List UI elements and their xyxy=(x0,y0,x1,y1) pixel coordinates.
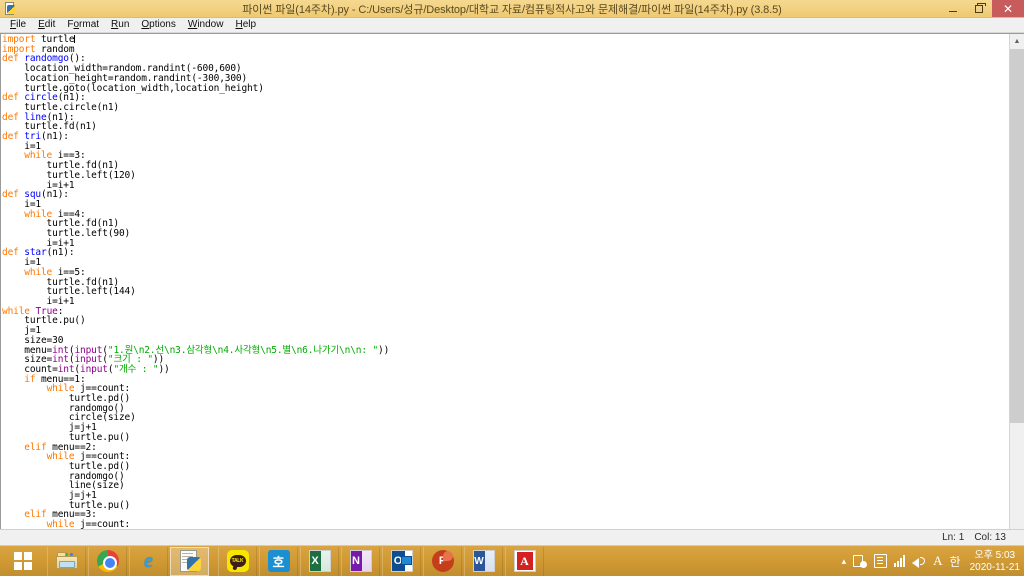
vertical-scrollbar[interactable]: ▲ xyxy=(1009,34,1024,529)
taskbar-powerpoint[interactable]: P xyxy=(423,546,462,576)
display-monitor-icon[interactable] xyxy=(874,554,888,568)
outlook-icon: O xyxy=(390,550,413,572)
excel-icon: X xyxy=(308,550,331,572)
taskbar-onenote[interactable]: N xyxy=(341,546,380,576)
scroll-up-arrow[interactable]: ▲ xyxy=(1010,34,1024,49)
system-tray: ▴ A 한 오후 5:03 2020-11-21 xyxy=(842,546,1024,577)
taskbar-internet-explorer[interactable]: e xyxy=(129,546,168,576)
taskbar-hancom-hangul[interactable]: 호 xyxy=(259,546,298,576)
taskbar-chrome[interactable] xyxy=(88,546,127,576)
menu-item-edit[interactable]: Edit xyxy=(32,18,61,32)
powerpoint-icon: P xyxy=(431,550,454,572)
acrobat-reader-icon: A xyxy=(513,550,536,572)
menu-item-window[interactable]: Window xyxy=(182,18,230,32)
scrollbar-thumb[interactable] xyxy=(1010,49,1024,424)
clock[interactable]: 오후 5:03 2020-11-21 xyxy=(968,550,1020,573)
editor-area: import turtle import random def randomgo… xyxy=(0,33,1024,529)
onenote-icon: N xyxy=(349,550,372,572)
menu-item-help[interactable]: Help xyxy=(229,18,262,32)
start-button[interactable] xyxy=(0,546,46,577)
taskbar-word[interactable]: W xyxy=(464,546,503,576)
taskbar-acrobat[interactable]: A xyxy=(505,546,544,576)
code-editor[interactable]: import turtle import random def randomgo… xyxy=(1,34,1009,529)
taskbar-excel[interactable]: X xyxy=(300,546,339,576)
volume-icon[interactable] xyxy=(912,554,926,568)
window-title: 파이썬 파일(14주차).py - C:/Users/성규/Desktop/대학… xyxy=(242,3,782,16)
security-center-icon[interactable] xyxy=(853,554,868,568)
windows-logo-icon xyxy=(14,552,32,570)
folder-icon xyxy=(55,550,78,572)
kakaotalk-icon: TALK xyxy=(226,550,249,572)
ime-latin-indicator[interactable]: A xyxy=(933,553,942,569)
menu-item-file[interactable]: File xyxy=(4,18,32,32)
title-bar[interactable]: 파이썬 파일(14주차).py - C:/Users/성규/Desktop/대학… xyxy=(0,0,1024,18)
taskbar-kakaotalk[interactable]: TALK xyxy=(218,546,257,576)
menu-item-run[interactable]: Run xyxy=(105,18,135,32)
taskbar: e TALK 호 X N O P W A ▴ A 한 오후 5:03 2020-11-21 xyxy=(0,545,1024,576)
word-icon: W xyxy=(472,550,495,572)
python-idle-icon xyxy=(179,550,201,572)
menu-item-options[interactable]: Options xyxy=(135,18,181,32)
status-col-indicator: Col: 13 xyxy=(974,532,1006,543)
show-hidden-icons-icon[interactable]: ▴ xyxy=(842,556,847,567)
clock-date: 2020-11-21 xyxy=(969,561,1020,573)
hangul-icon: 호 xyxy=(267,550,290,572)
ime-korean-indicator[interactable]: 한 xyxy=(950,553,961,570)
taskbar-python-idle[interactable] xyxy=(170,546,209,576)
scrollbar-track[interactable] xyxy=(1010,49,1024,529)
taskbar-outlook[interactable]: O xyxy=(382,546,421,576)
status-bar: Ln: 1 Col: 13 xyxy=(0,529,1024,545)
taskbar-items: e TALK 호 X N O P W A xyxy=(46,546,545,577)
internet-explorer-icon: e xyxy=(144,549,153,572)
chrome-icon xyxy=(96,550,119,572)
menu-bar: File Edit Format Run Options Window Help xyxy=(0,18,1024,33)
status-line-indicator: Ln: 1 xyxy=(942,532,965,543)
clock-time: 오후 5:03 xyxy=(974,549,1016,561)
network-signal-icon[interactable] xyxy=(894,555,906,567)
idle-editor-window: 파이썬 파일(14주차).py - C:/Users/성규/Desktop/대학… xyxy=(0,0,1024,545)
taskbar-file-explorer[interactable] xyxy=(47,546,86,576)
menu-item-format[interactable]: Format xyxy=(61,18,105,32)
